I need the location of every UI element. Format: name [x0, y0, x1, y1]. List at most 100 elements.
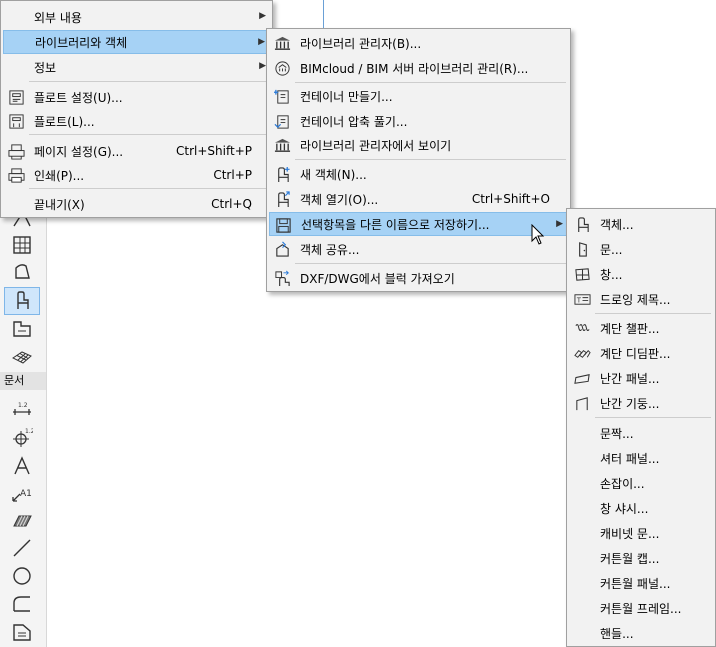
menu-item-print[interactable]: 인쇄(P)... Ctrl+P: [3, 163, 270, 187]
menu-item-label: 페이지 설정(G)...: [34, 144, 124, 159]
polyline-tool-icon[interactable]: [5, 591, 39, 617]
menu-item-label: 플로트 설정(U)...: [34, 90, 123, 105]
menu-item-label: 객체 열기(O)...: [300, 192, 379, 207]
menu-separator: [595, 313, 711, 314]
railing-post-icon: [573, 394, 591, 412]
object-tool-icon[interactable]: [4, 287, 40, 315]
menu-item-save-as-stair-tread[interactable]: 계단 디딤판...: [569, 341, 713, 365]
menu-item-label: 난간 기둥...: [600, 396, 660, 411]
menu-item-show-in-library-manager[interactable]: 라이브러리 관리자에서 보이기: [269, 133, 568, 157]
menu-item-save-as-window-sash[interactable]: 창 샤시...: [569, 496, 713, 520]
menu-item-label: 라이브러리 관리자에서 보이기: [300, 138, 452, 153]
toolbox-section-documentation[interactable]: 문서: [0, 372, 46, 390]
menu-item-save-as-curtain-wall-frame[interactable]: 커튼월 프레임...: [569, 596, 713, 620]
create-container-icon: [273, 87, 291, 105]
menu-item-share-object[interactable]: 객체 공유...: [269, 237, 568, 261]
line-tool-icon[interactable]: [5, 535, 39, 561]
fill-tool-icon[interactable]: [5, 508, 39, 534]
drawing-tool-icon[interactable]: [5, 619, 39, 645]
svg-text:1.2: 1.2: [18, 402, 28, 409]
menu-item-label: 계단 디딤판...: [600, 346, 671, 361]
menu-item-label: 인쇄(P)...: [34, 168, 85, 183]
file-menu: 외부 내용 ▶ 라이브러리와 객체 ▶ 정보 ▶ 플로트 설정(U)... 플로…: [0, 0, 273, 218]
menu-item-label: 계단 챌판...: [600, 321, 660, 336]
label-tool-icon[interactable]: A1: [5, 481, 39, 507]
menu-item-shortcut: Ctrl+P: [213, 168, 252, 182]
submenu-arrow-icon: ▶: [259, 61, 266, 71]
menu-item-save-as-railing-post[interactable]: 난간 기둥...: [569, 391, 713, 415]
page-setup-icon: [7, 142, 25, 160]
menu-item-open-object[interactable]: 객체 열기(O)... Ctrl+Shift+O: [269, 187, 568, 211]
dimension-tool-icon[interactable]: 1.2: [5, 396, 39, 422]
menu-item-label: 드로잉 제목...: [600, 292, 671, 307]
menu-item-external-content[interactable]: 외부 내용 ▶: [3, 5, 270, 29]
door-icon: [573, 240, 591, 258]
print-icon: [7, 166, 25, 184]
menu-item-save-as-curtain-wall-cap[interactable]: 커튼월 캡...: [569, 546, 713, 570]
menu-item-save-as-door[interactable]: 문...: [569, 237, 713, 261]
menu-item-label: 커튼월 캡...: [600, 551, 660, 566]
menu-item-label: BIMcloud / BIM 서버 라이브러리 관리(R)...: [300, 61, 529, 76]
railing-panel-icon: [573, 369, 591, 387]
save-selection-as-icon: [274, 216, 292, 234]
menu-item-bimcloud-library[interactable]: BIMcloud / BIM 서버 라이브러리 관리(R)...: [269, 56, 568, 80]
menu-item-label: 선택항목을 다른 이름으로 저장하기...: [301, 217, 490, 232]
open-object-icon: [273, 190, 291, 208]
menu-item-save-as-door-leaf[interactable]: 문짝...: [569, 421, 713, 445]
import-block-icon: [273, 269, 291, 287]
level-dimension-tool-icon[interactable]: 1.2: [5, 424, 39, 450]
menu-item-create-container[interactable]: 컨테이너 만들기...: [269, 84, 568, 108]
menu-item-library-manager[interactable]: 라이브러리 관리자(B)...: [269, 31, 568, 55]
menu-item-label: 난간 패널...: [600, 371, 660, 386]
menu-item-label: 셔터 패널...: [600, 451, 660, 466]
menu-item-label: 끝내기(X): [34, 197, 85, 212]
show-in-library-manager-icon: [273, 136, 291, 154]
menu-item-import-block-dxf-dwg[interactable]: DXF/DWG에서 블럭 가져오기: [269, 266, 568, 290]
menu-item-label: 컨테이너 압축 풀기...: [300, 114, 408, 129]
menu-item-libraries-and-objects[interactable]: 라이브러리와 객체 ▶: [3, 30, 270, 54]
menu-item-shortcut: Ctrl+Q: [211, 197, 252, 211]
menu-item-plot-setup[interactable]: 플로트 설정(U)...: [3, 85, 270, 109]
menu-item-save-as-object[interactable]: 객체...: [569, 212, 713, 236]
new-object-icon: [273, 165, 291, 183]
menu-item-label: 라이브러리 관리자(B)...: [300, 36, 422, 51]
extract-container-icon: [273, 112, 291, 130]
menu-item-save-as-knob[interactable]: 손잡이...: [569, 471, 713, 495]
zone-tool-icon[interactable]: [5, 316, 39, 342]
menu-item-save-as-stair-riser[interactable]: 계단 챌판...: [569, 316, 713, 340]
text-tool-icon[interactable]: [5, 453, 39, 479]
drawing-title-icon: T: [573, 290, 591, 308]
submenu-arrow-icon: ▶: [556, 219, 563, 229]
menu-item-save-as-handle[interactable]: 핸들...: [569, 621, 713, 645]
menu-item-new-object[interactable]: 새 객체(N)...: [269, 162, 568, 186]
plot-setup-icon: [7, 88, 25, 106]
menu-item-extract-container[interactable]: 컨테이너 압축 풀기...: [269, 109, 568, 133]
menu-item-label: 객체 공유...: [300, 242, 360, 257]
menu-item-info[interactable]: 정보 ▶: [3, 55, 270, 79]
menu-item-save-selection-as[interactable]: 선택항목을 다른 이름으로 저장하기... ▶: [269, 212, 568, 236]
menu-item-label: 커튼월 프레임...: [600, 601, 682, 616]
share-object-icon: [273, 240, 291, 258]
submenu-arrow-icon: ▶: [259, 11, 266, 21]
menu-item-save-as-window[interactable]: 창...: [569, 262, 713, 286]
menu-item-exit[interactable]: 끝내기(X) Ctrl+Q: [3, 192, 270, 216]
menu-item-label: 플로트(L)...: [34, 114, 95, 129]
libraries-and-objects-submenu: 라이브러리 관리자(B)... BIMcloud / BIM 서버 라이브러리 …: [266, 28, 571, 292]
menu-item-save-as-drawing-title[interactable]: T 드로잉 제목...: [569, 287, 713, 311]
shell-tool-icon[interactable]: [5, 258, 39, 284]
mesh-tool-icon[interactable]: [5, 344, 39, 370]
window-icon: [573, 265, 591, 283]
menu-separator: [29, 188, 268, 189]
menu-item-label: 정보: [34, 60, 57, 75]
plot-icon: [7, 112, 25, 130]
menu-item-save-as-curtain-wall-panel[interactable]: 커튼월 패널...: [569, 571, 713, 595]
menu-item-save-as-shutter-panel[interactable]: 셔터 패널...: [569, 446, 713, 470]
menu-item-plot[interactable]: 플로트(L)...: [3, 109, 270, 133]
canvas-guide-line: [323, 0, 324, 28]
menu-item-save-as-cabinet-door[interactable]: 캐비넷 문...: [569, 521, 713, 545]
menu-item-save-as-railing-panel[interactable]: 난간 패널...: [569, 366, 713, 390]
menu-item-page-setup[interactable]: 페이지 설정(G)... Ctrl+Shift+P: [3, 139, 270, 163]
circle-tool-icon[interactable]: [5, 563, 39, 589]
menu-separator: [29, 81, 268, 82]
curtain-wall-tool-icon[interactable]: [5, 232, 39, 258]
